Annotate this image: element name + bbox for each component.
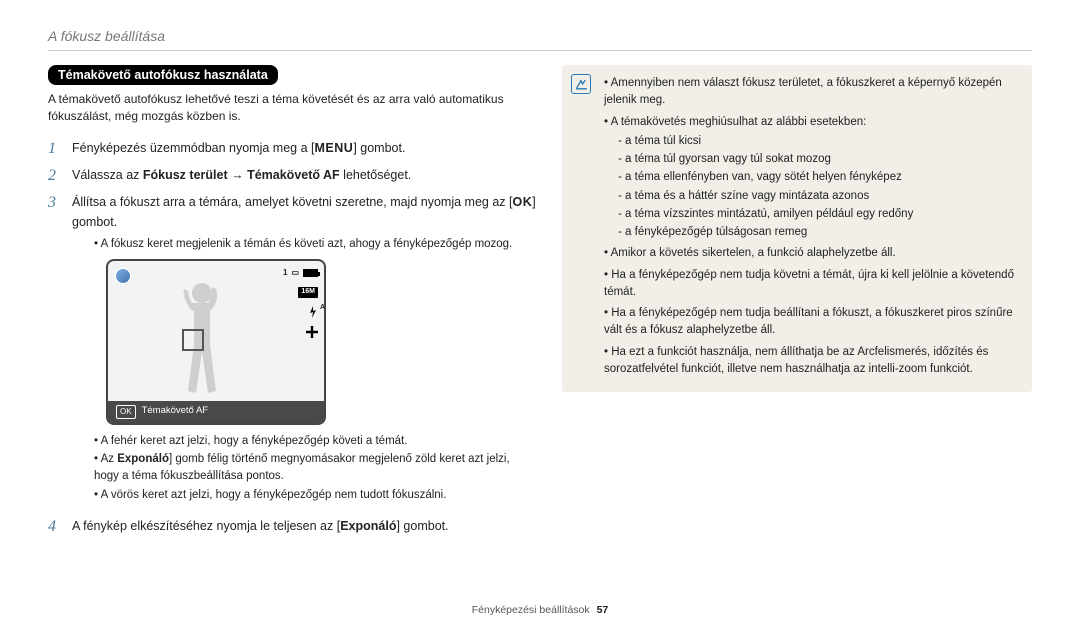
step2-b: Fókusz terület <box>143 168 228 182</box>
step4-b: Exponáló <box>340 519 396 533</box>
preview-bottom-bar: OK Témakövető AF <box>108 401 324 423</box>
note-list: Amennyiben nem választ fókusz területet,… <box>604 75 1020 378</box>
step2-c: Témakövető AF <box>247 168 340 182</box>
content-columns: Témakövető autofókusz használata A témak… <box>48 65 1032 545</box>
note-item: A témakövetés meghiúsulhat az alábbi ese… <box>604 114 1020 242</box>
ok-chip-icon: OK <box>116 405 136 419</box>
bullet: A fehér keret azt jelzi, hogy a fényképe… <box>94 433 536 450</box>
note-item: Amennyiben nem választ fókusz területet,… <box>604 75 1020 110</box>
bullet: Az Exponáló] gomb félig történő megnyomá… <box>94 451 536 484</box>
page-number: 57 <box>597 604 609 616</box>
step3-after-bullets: A fehér keret azt jelzi, hogy a fényképe… <box>94 433 536 504</box>
step-number: 3 <box>48 193 62 509</box>
preview-mode-label: Témakövető AF <box>142 404 209 419</box>
step2-arrow: → <box>228 168 247 182</box>
note-dash-item: a téma vízszintes mintázatú, amilyen pél… <box>618 206 1020 223</box>
step2-d: lehetőséget. <box>340 168 412 182</box>
left-column: Témakövető autofókusz használata A témak… <box>48 65 536 545</box>
intro-text: A témakövető autofókusz lehetővé teszi a… <box>48 91 536 125</box>
battery-icon <box>303 269 318 277</box>
step4-a: A fénykép elkészítéséhez nyomja le telje… <box>72 519 340 533</box>
header-rule <box>48 50 1032 51</box>
bullet: A vörös keret azt jelzi, hogy a fényképe… <box>94 487 536 504</box>
sd-card-icon: ▭ <box>291 267 299 279</box>
note-dash-item: a téma ellenfényben van, vagy sötét hely… <box>618 169 1020 186</box>
step2-a: Válassza az <box>72 168 143 182</box>
camera-preview: 1 ▭ 16M A OK Témakövető AF <box>106 259 326 425</box>
step-3: 3 Állítsa a fókuszt arra a témára, amely… <box>48 193 536 509</box>
right-column: Amennyiben nem választ fókusz területet,… <box>562 65 1032 545</box>
step-number: 4 <box>48 517 62 536</box>
card-count: 1 <box>283 267 287 279</box>
step-1: 1 Fényképezés üzemmódban nyomja meg a [M… <box>48 139 536 158</box>
menu-button-icon: MENU <box>315 141 354 155</box>
note-dash-item: a téma túl kicsi <box>618 133 1020 150</box>
step1-text-pre: Fényképezés üzemmódban nyomja meg a [ <box>72 141 315 155</box>
section-chip: Témakövető autofókusz használata <box>48 65 278 85</box>
step3-a: Állítsa a fókuszt arra a témára, amelyet… <box>72 195 512 209</box>
page-footer: Fényképezési beállítások 57 <box>0 604 1080 616</box>
note-box: Amennyiben nem választ fókusz területet,… <box>562 65 1032 392</box>
step1-text-post: ] gombot. <box>353 141 405 155</box>
step-2: 2 Válassza az Fókusz terület → Témakövet… <box>48 166 536 185</box>
note-item: Ha ezt a funkciót használja, nem állítha… <box>604 344 1020 379</box>
note-item: Ha a fényképezőgép nem tudja beállítani … <box>604 305 1020 340</box>
step-number: 2 <box>48 166 62 185</box>
note-item: Amikor a követés sikertelen, a funkció a… <box>604 245 1020 262</box>
footer-label: Fényképezési beállítások <box>472 604 590 616</box>
note-item: Ha a fényképezőgép nem tudja követni a t… <box>604 267 1020 302</box>
note-dash-list: a téma túl kicsia téma túl gyorsan vagy … <box>604 133 1020 242</box>
step-number: 1 <box>48 139 62 158</box>
stabilizer-icon <box>306 326 318 338</box>
ok-button-icon: OK <box>512 195 532 209</box>
mode-indicator-icon <box>114 267 132 285</box>
hud-right-stack: 1 ▭ 16M A <box>283 267 318 338</box>
resolution-badge: 16M <box>298 287 318 298</box>
step-4: 4 A fénykép elkészítéséhez nyomja le tel… <box>48 517 536 536</box>
note-icon <box>571 74 591 94</box>
focus-frame-icon <box>182 329 204 351</box>
note-dash-item: a fényképezőgép túlságosan remeg <box>618 224 1020 241</box>
bullet: A fókusz keret megjelenik a témán és köv… <box>94 236 536 253</box>
breadcrumb-header: A fókusz beállítása <box>48 28 1032 44</box>
step4-c: ] gombot. <box>396 519 448 533</box>
flash-auto-icon: A <box>308 306 318 318</box>
note-dash-item: a téma és a háttér színe vagy mintázata … <box>618 188 1020 205</box>
note-dash-item: a téma túl gyorsan vagy túl sokat mozog <box>618 151 1020 168</box>
